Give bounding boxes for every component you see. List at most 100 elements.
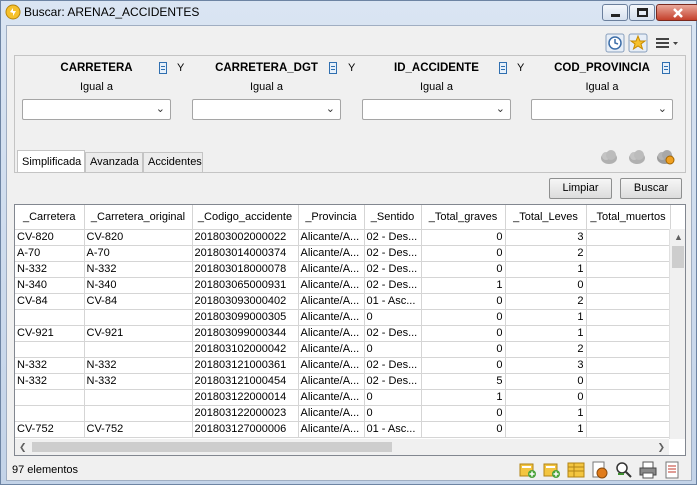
- table-cell[interactable]: Alicante/A...: [298, 293, 365, 310]
- table-cell[interactable]: Alicante/A...: [298, 421, 365, 438]
- table-cell[interactable]: 2: [505, 245, 587, 262]
- column-header[interactable]: _Total_muertos: [586, 205, 671, 230]
- history-icon[interactable]: [605, 33, 625, 53]
- table-cell[interactable]: A-70: [84, 245, 193, 262]
- table-cell[interactable]: 1: [505, 405, 587, 422]
- export-icon[interactable]: [591, 461, 609, 479]
- table-cell[interactable]: 201803122000023: [192, 405, 299, 422]
- filter-operator[interactable]: Igual a: [192, 81, 341, 93]
- table-cell[interactable]: N-332: [15, 373, 85, 390]
- table-cell[interactable]: 02 - Des...: [364, 229, 422, 246]
- table-cell[interactable]: [84, 405, 193, 422]
- table-cell[interactable]: 0: [421, 261, 506, 278]
- table-cell[interactable]: [586, 389, 671, 406]
- table-cell[interactable]: 0: [505, 373, 587, 390]
- field-doc-icon[interactable]: [499, 62, 507, 74]
- table-cell[interactable]: [586, 341, 671, 358]
- table-row[interactable]: CV-820 CV-820 201803002000022 Alicante/A...…: [15, 229, 671, 246]
- table-cell[interactable]: 201803099000344: [192, 325, 299, 342]
- table-cell[interactable]: CV-84: [15, 293, 85, 310]
- table-row[interactable]: CV-921 CV-921 201803099000344 Alicante/A...…: [15, 325, 671, 342]
- table-cell[interactable]: 1: [421, 389, 506, 406]
- table-cell[interactable]: Alicante/A...: [298, 277, 365, 294]
- table-cell[interactable]: [586, 325, 671, 342]
- table-row[interactable]: CV-752 CV-752 201803127000006 Alicante/A...…: [15, 421, 671, 438]
- table-cell[interactable]: 02 - Des...: [364, 261, 422, 278]
- add-layer-icon[interactable]: [519, 461, 537, 479]
- table-cell[interactable]: Alicante/A...: [298, 373, 365, 390]
- table-cell[interactable]: Alicante/A...: [298, 325, 365, 342]
- table-cell[interactable]: 0: [421, 229, 506, 246]
- table-cell[interactable]: 02 - Des...: [364, 373, 422, 390]
- table-cell[interactable]: 0: [421, 293, 506, 310]
- table-cell[interactable]: 201803121000361: [192, 357, 299, 374]
- favorites-star-icon[interactable]: [628, 33, 648, 53]
- table-cell[interactable]: [586, 229, 671, 246]
- table-cell[interactable]: [84, 341, 193, 358]
- table-cell[interactable]: 2: [505, 293, 587, 310]
- table-cell[interactable]: [586, 293, 671, 310]
- table-cell[interactable]: 201803002000022: [192, 229, 299, 246]
- table-cell[interactable]: 3: [505, 229, 587, 246]
- table-cell[interactable]: 01 - Asc...: [364, 421, 422, 438]
- table-cell[interactable]: [586, 261, 671, 278]
- table-cell[interactable]: Alicante/A...: [298, 261, 365, 278]
- table-cell[interactable]: CV-820: [15, 229, 85, 246]
- table-cell[interactable]: [586, 309, 671, 326]
- column-header[interactable]: _Codigo_accidente: [192, 205, 299, 230]
- print-icon[interactable]: [639, 461, 657, 479]
- tab-avanzada[interactable]: Avanzada: [85, 152, 143, 172]
- column-header[interactable]: _Sentido: [364, 205, 422, 230]
- table-cell[interactable]: 1: [505, 325, 587, 342]
- table-cell[interactable]: N-332: [84, 261, 193, 278]
- table-cell[interactable]: 201803121000454: [192, 373, 299, 390]
- table-row[interactable]: N-332 N-332 201803018000078 Alicante/A... 02…: [15, 261, 671, 278]
- table-row[interactable]: N-332 N-332 201803121000361 Alicante/A... 02…: [15, 357, 671, 374]
- table-row[interactable]: N-340 N-340 201803065000931 Alicante/A... 02…: [15, 277, 671, 294]
- vertical-scroll-thumb[interactable]: [672, 246, 684, 268]
- column-header[interactable]: _Carretera: [15, 205, 85, 230]
- menu-icon[interactable]: [653, 33, 681, 53]
- table-cell[interactable]: 01 - Asc...: [364, 293, 422, 310]
- table-cell[interactable]: 0: [364, 341, 422, 358]
- table-cell[interactable]: 201803099000305: [192, 309, 299, 326]
- table-cell[interactable]: 1: [505, 309, 587, 326]
- field-doc-icon[interactable]: [662, 62, 670, 74]
- filter-operator[interactable]: Igual a: [362, 81, 511, 93]
- horizontal-scrollbar[interactable]: ❮ ❯: [15, 439, 669, 455]
- table-cell[interactable]: 201803127000006: [192, 421, 299, 438]
- scroll-right-icon[interactable]: ❯: [657, 442, 665, 453]
- table-cell[interactable]: N-332: [84, 357, 193, 374]
- table-cell[interactable]: Alicante/A...: [298, 229, 365, 246]
- table-cell[interactable]: N-340: [84, 277, 193, 294]
- table-cell[interactable]: 0: [505, 389, 587, 406]
- table-cell[interactable]: 201803093000402: [192, 293, 299, 310]
- table-cell[interactable]: 2: [505, 341, 587, 358]
- field-doc-icon[interactable]: [329, 62, 337, 74]
- table-cell[interactable]: 02 - Des...: [364, 245, 422, 262]
- vertical-scrollbar[interactable]: ▲: [669, 229, 685, 439]
- table-cell[interactable]: 0: [421, 405, 506, 422]
- table-cell[interactable]: 0: [421, 245, 506, 262]
- table-cell[interactable]: N-332: [15, 357, 85, 374]
- table-cell[interactable]: CV-820: [84, 229, 193, 246]
- filter-operator[interactable]: Igual a: [531, 81, 673, 93]
- column-header[interactable]: _Carretera_original: [84, 205, 193, 230]
- table-cell[interactable]: [15, 389, 85, 406]
- table-cell[interactable]: N-340: [15, 277, 85, 294]
- clear-button[interactable]: Limpiar: [549, 178, 612, 199]
- table-cell[interactable]: [84, 389, 193, 406]
- table-cell[interactable]: 0: [505, 277, 587, 294]
- scroll-up-icon[interactable]: ▲: [674, 232, 683, 242]
- table-row[interactable]: 201803122000023 Alicante/A... 0 0 1: [15, 405, 671, 422]
- table-cell[interactable]: CV-921: [84, 325, 193, 342]
- table-cell[interactable]: Alicante/A...: [298, 341, 365, 358]
- search-button[interactable]: Buscar: [620, 178, 682, 199]
- table-cell[interactable]: 201803018000078: [192, 261, 299, 278]
- table-cell[interactable]: 201803014000374: [192, 245, 299, 262]
- tab-simplificada[interactable]: Simplificada: [17, 150, 85, 172]
- filter-value-combo[interactable]: ⌄: [192, 99, 341, 120]
- table-cell[interactable]: 1: [421, 277, 506, 294]
- table-cell[interactable]: Alicante/A...: [298, 357, 365, 374]
- field-doc-icon[interactable]: [159, 62, 167, 74]
